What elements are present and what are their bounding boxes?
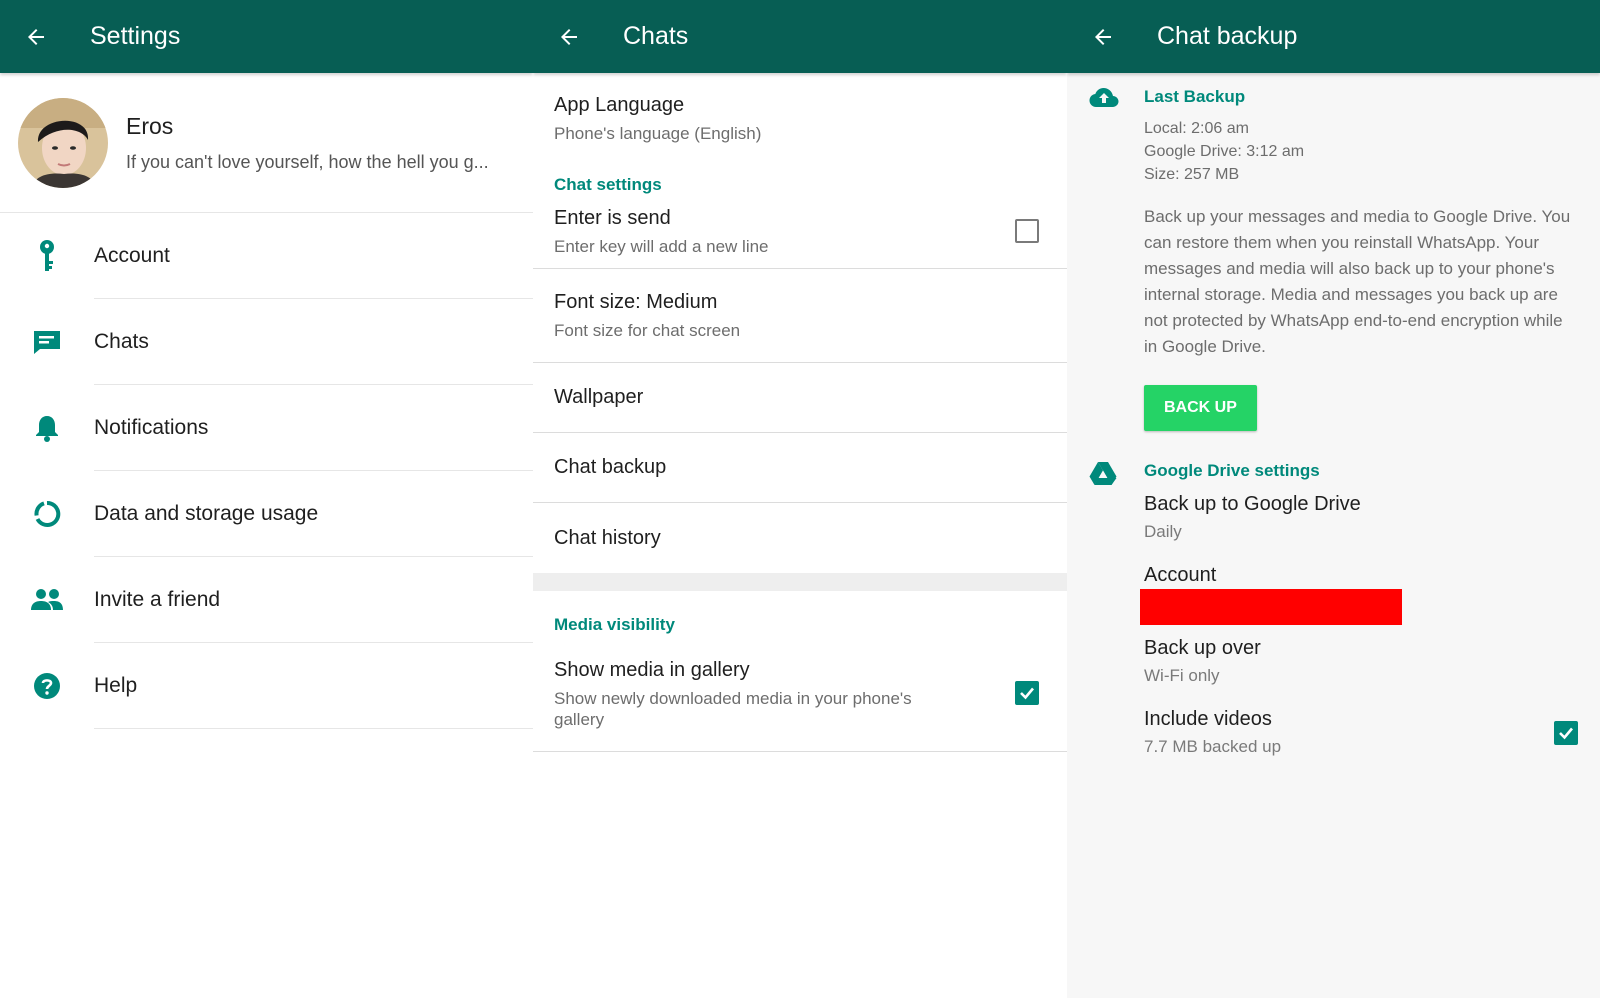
setting-title: Chat backup	[554, 456, 667, 478]
settings-item-label: Notifications	[94, 385, 533, 471]
setting-title: Include videos	[1144, 708, 1272, 730]
settings-item-label: Help	[94, 643, 533, 729]
settings-item-data-storage[interactable]: Data and storage usage	[0, 471, 533, 557]
settings-item-notifications[interactable]: Notifications	[0, 385, 533, 471]
check-icon	[1020, 687, 1034, 700]
chat-settings-header: Chat settings	[554, 175, 662, 194]
backup-description: Back up your messages and media to Googl…	[1144, 207, 1571, 356]
setting-subtitle: Wi-Fi only	[1144, 666, 1220, 685]
settings-item-label: Account	[94, 213, 533, 299]
last-backup-section: Last Backup Local: 2:06 am Google Drive:…	[1067, 73, 1600, 431]
setting-title: Show media in gallery	[554, 659, 750, 681]
chat-backup-setting[interactable]: Chat backup	[533, 433, 1067, 503]
app-language-setting[interactable]: App Language Phone's language (English)	[533, 73, 1067, 165]
page-title: Chat backup	[1157, 22, 1298, 50]
media-visibility-header: Media visibility	[554, 615, 675, 634]
last-backup-header: Last Backup	[1144, 87, 1246, 106]
setting-title: Enter is send	[554, 207, 671, 229]
chats-app-bar: Chats	[533, 0, 1067, 73]
backup-frequency-setting[interactable]: Back up to Google Drive Daily	[1144, 493, 1580, 542]
setting-title: Wallpaper	[554, 386, 644, 408]
setting-title: Back up to Google Drive	[1144, 493, 1361, 515]
setting-subtitle: Font size for chat screen	[554, 320, 741, 340]
key-icon	[40, 240, 54, 271]
bell-icon	[36, 416, 58, 442]
setting-subtitle: 7.7 MB backed up	[1144, 737, 1282, 756]
setting-subtitle: Daily	[1144, 522, 1182, 541]
google-account-setting[interactable]: Account	[1140, 564, 1580, 625]
people-icon	[31, 589, 63, 610]
back-button[interactable]	[12, 13, 60, 61]
setting-title: Chat history	[554, 526, 661, 549]
settings-item-account[interactable]: Account	[0, 213, 533, 299]
profile-name: Eros	[126, 112, 174, 139]
settings-item-label: Invite a friend	[94, 557, 533, 643]
show-media-setting[interactable]: Show media in gallery Show newly downloa…	[533, 641, 1067, 752]
wallpaper-setting[interactable]: Wallpaper	[533, 363, 1067, 433]
setting-subtitle: Enter key will add a new line	[554, 237, 769, 256]
cloud-upload-icon	[1089, 88, 1119, 107]
arrow-back-icon	[28, 28, 44, 45]
google-drive-icon	[1089, 462, 1117, 485]
show-media-checkbox[interactable]	[1015, 681, 1039, 705]
settings-app-bar: Settings	[0, 0, 533, 73]
settings-item-help[interactable]: Help	[0, 643, 533, 729]
backup-network-setting[interactable]: Back up over Wi-Fi only	[1144, 637, 1580, 686]
data-usage-icon	[34, 500, 61, 527]
chat-icon	[34, 331, 60, 354]
profile-row[interactable]: Eros If you can't love yourself, how the…	[0, 73, 533, 213]
back-button[interactable]	[545, 13, 593, 61]
arrow-back-icon	[1095, 28, 1111, 45]
settings-screen: Settings Eros If you can't love yourself…	[0, 0, 533, 998]
drive-settings-header: Google Drive settings	[1144, 461, 1320, 480]
avatar[interactable]	[18, 97, 108, 188]
back-up-button[interactable]: BACK UP	[1144, 385, 1257, 431]
settings-item-label: Chats	[94, 299, 533, 385]
settings-item-label: Data and storage usage	[94, 471, 533, 557]
drive-backup-time: Google Drive: 3:12 am	[1144, 143, 1305, 160]
include-videos-setting[interactable]: Include videos 7.7 MB backed up	[1144, 708, 1580, 757]
setting-subtitle: Phone's language (English)	[554, 124, 762, 143]
page-title: Chats	[623, 22, 689, 50]
drive-settings-section: Google Drive settings Back up to Google …	[1067, 431, 1600, 757]
settings-item-invite[interactable]: Invite a friend	[0, 557, 533, 643]
back-button[interactable]	[1079, 13, 1127, 61]
redacted-account	[1140, 589, 1402, 625]
enter-is-send-checkbox[interactable]	[1015, 219, 1039, 243]
backup-size: Size: 257 MB	[1144, 166, 1240, 183]
profile-status: If you can't love yourself, how the hell…	[126, 151, 489, 172]
chats-settings-screen: Chats App Language Phone's language (Eng…	[533, 0, 1067, 998]
setting-title: Account	[1144, 564, 1217, 586]
enter-is-send-setting[interactable]: Enter is send Enter key will add a new l…	[533, 205, 1067, 269]
backup-app-bar: Chat backup	[1067, 0, 1600, 73]
section-separator	[533, 573, 1067, 591]
page-title: Settings	[90, 22, 181, 50]
help-icon	[34, 673, 60, 699]
include-videos-checkbox[interactable]	[1554, 720, 1578, 745]
setting-title: Back up over	[1144, 637, 1261, 659]
check-icon	[1559, 727, 1573, 739]
font-size-setting[interactable]: Font size: Medium Font size for chat scr…	[533, 269, 1067, 363]
setting-title: Font size: Medium	[554, 290, 718, 313]
settings-item-chats[interactable]: Chats	[0, 299, 533, 385]
setting-title: App Language	[554, 94, 685, 116]
arrow-back-icon	[561, 28, 577, 45]
setting-subtitle: Show newly downloaded media in your phon…	[554, 689, 912, 729]
chat-history-setting[interactable]: Chat history	[533, 503, 1067, 573]
chat-backup-screen: Chat backup Last Backup Local: 2:06 am G…	[1067, 0, 1600, 998]
local-backup-time: Local: 2:06 am	[1144, 120, 1249, 137]
